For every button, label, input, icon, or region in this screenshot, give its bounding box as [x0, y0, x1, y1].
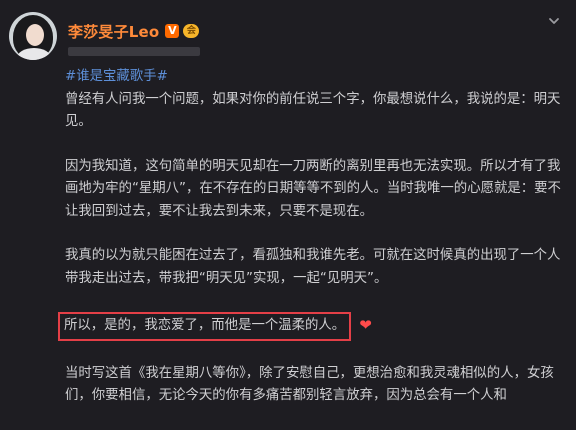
verified-badge: V: [165, 24, 180, 38]
highlighted-paragraph: 所以，是的，我恋爱了，而他是一个温柔的人。 ❤: [58, 312, 565, 341]
avatar[interactable]: [9, 12, 57, 60]
blurred-meta-info: [68, 47, 200, 56]
avatar-face: [26, 24, 44, 46]
post-body: #谁是宝藏歌手# 曾经有人问我一个问题，如果对你的前任说三个字，你最想说什么，我…: [58, 66, 565, 430]
topic-hashtag[interactable]: #谁是宝藏歌手#: [65, 66, 565, 89]
weibo-post: 李莎旻子Leo V 会 #谁是宝藏歌手# 曾经有人问我一个问题，如果对你的前任说…: [0, 0, 576, 404]
author-name[interactable]: 李莎旻子Leo: [68, 21, 159, 42]
chevron-down-icon[interactable]: [547, 14, 561, 28]
heart-icon: ❤: [359, 315, 372, 334]
post-paragraph: 当时写这首《我在星期八等你》，除了安慰自己，更想治愈和我灵魂相似的人，女孩们，你…: [65, 365, 554, 404]
post-paragraph: 曾经有人问我一个问题，如果对你的前任说三个字，你最想说什么，我说的是：明天见。: [65, 91, 561, 130]
post-paragraph: 我真的以为就只能困在过去了，看孤独和我谁先老。可就在这时候真的出现了一个人带我走…: [65, 248, 561, 286]
author-row: 李莎旻子Leo V 会: [68, 20, 200, 42]
post-paragraph: 因为我知道，这句简单的明天见却在一刀两断的离别里再也无法实现。所以才有了我画地为…: [65, 158, 561, 219]
vip-badge: 会: [183, 24, 200, 38]
highlighted-text: 所以，是的，我恋爱了，而他是一个温柔的人。: [58, 312, 352, 341]
